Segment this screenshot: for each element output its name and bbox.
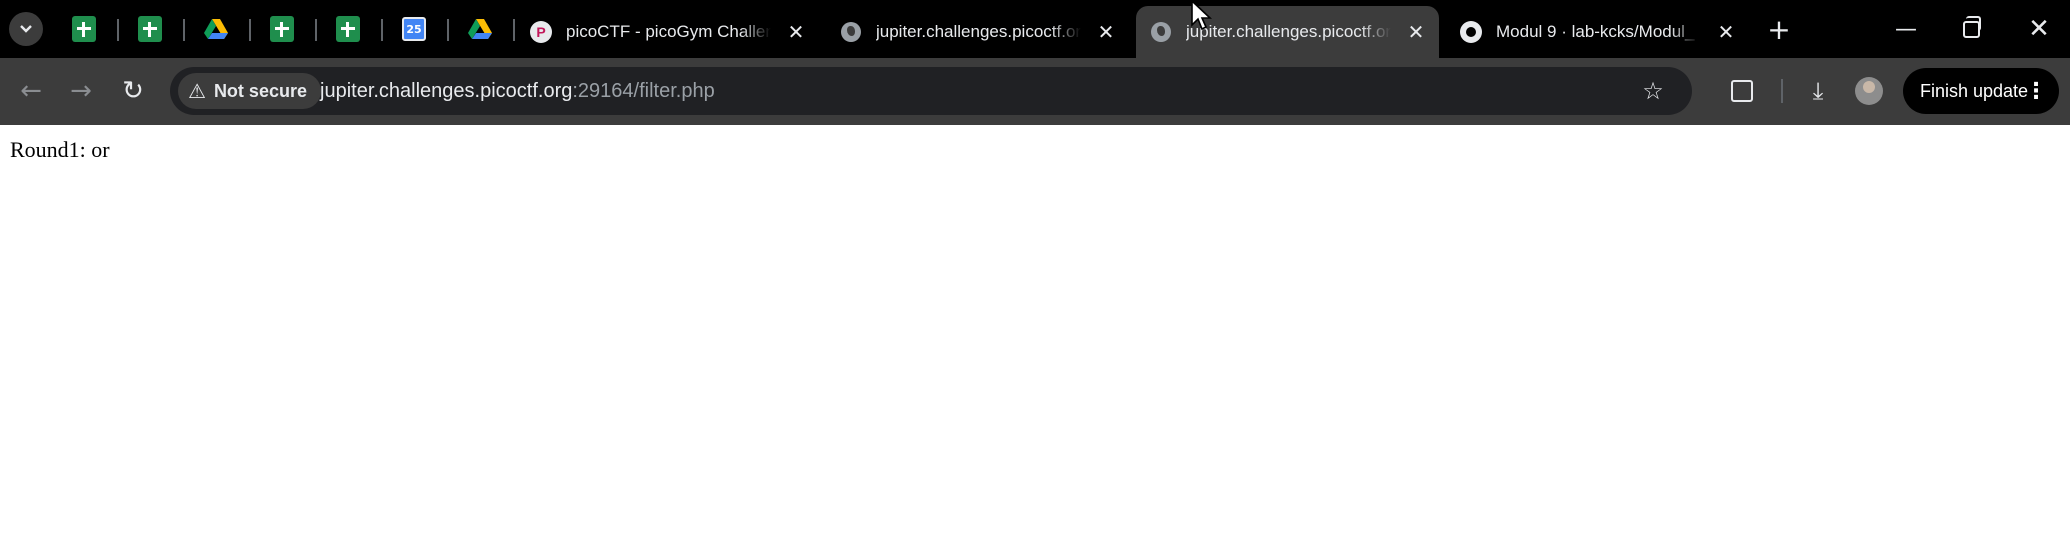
arrow-left-icon: ← <box>20 76 42 106</box>
picoctf-favicon-icon: P <box>530 21 552 43</box>
pinned-tab-sheets-4[interactable] <box>328 11 368 47</box>
download-icon: ⤓ <box>1812 77 1824 105</box>
browser-toolbar: ← → ↻ ⚠ Not secure jupiter.challenges.pi… <box>0 58 2070 125</box>
url-text[interactable]: jupiter.challenges.picoctf.org:29164/fil… <box>320 67 715 115</box>
tab-title: picoCTF - picoGym Challen <box>566 22 771 41</box>
google-calendar-icon: 25 <box>402 17 426 41</box>
finish-update-button[interactable]: Finish update ⋮ <box>1903 68 2059 114</box>
google-sheets-icon <box>336 16 360 42</box>
extensions-button[interactable] <box>1724 73 1760 109</box>
tab-separator <box>447 19 449 41</box>
bookmark-star-button[interactable]: ☆ <box>1636 74 1670 108</box>
tab-title: Modul 9 · lab-kcks/Modul_ <box>1496 22 1695 41</box>
restore-button[interactable] <box>1951 12 1991 46</box>
tab-separator <box>183 19 185 41</box>
site-security-chip[interactable]: ⚠ Not secure <box>178 73 321 109</box>
reload-button[interactable]: ↻ <box>114 72 152 110</box>
tab-separator <box>513 19 515 41</box>
mouse-pointer-icon <box>1191 0 1213 31</box>
address-bar[interactable]: ⚠ Not secure jupiter.challenges.picoctf.… <box>170 67 1692 115</box>
globe-icon <box>840 21 862 43</box>
google-sheets-icon <box>270 16 294 42</box>
reload-icon: ↻ <box>122 76 144 106</box>
pinned-tab-sheets-2[interactable] <box>130 11 170 47</box>
close-tab-icon[interactable]: ✕ <box>1095 20 1117 44</box>
google-drive-icon <box>204 19 228 39</box>
tab-strip: 25 P picoCTF - picoGym Challen ✕ jupiter… <box>0 0 2070 58</box>
globe-icon <box>1150 21 1172 43</box>
pinned-tab-calendar[interactable]: 25 <box>394 11 434 47</box>
google-drive-icon <box>468 19 492 39</box>
downloads-button[interactable]: ⤓ <box>1800 73 1836 109</box>
finish-update-label: Finish update <box>1920 80 2029 101</box>
page-body-text: Round1: or <box>10 137 110 162</box>
tab-title: jupiter.challenges.picoctf.org <box>876 22 1081 41</box>
tab-separator <box>249 19 251 41</box>
minimize-icon: — <box>1895 16 1917 42</box>
more-menu-icon: ⋮ <box>2025 78 2047 104</box>
warning-triangle-icon: ⚠ <box>188 79 206 103</box>
tab-separator <box>315 19 317 41</box>
tab-title: jupiter.challenges.picoctf.org <box>1186 22 1391 41</box>
close-tab-icon[interactable]: ✕ <box>1715 20 1737 44</box>
page-content: Round1: or <box>0 125 2070 559</box>
toolbar-separator <box>1781 79 1783 103</box>
close-tab-icon[interactable]: ✕ <box>1405 20 1427 44</box>
tab-search-button[interactable] <box>9 12 43 46</box>
not-secure-label: Not secure <box>213 80 307 101</box>
plus-icon: + <box>1767 12 1791 46</box>
tab-jupiter-1[interactable]: jupiter.challenges.picoctf.org ✕ <box>826 6 1126 58</box>
puzzle-icon <box>1731 80 1753 102</box>
restore-icon <box>1962 15 1981 38</box>
back-button[interactable]: ← <box>12 72 50 110</box>
arrow-right-icon: → <box>70 76 92 106</box>
url-path: :29164/filter.php <box>572 79 715 102</box>
close-tab-icon[interactable]: ✕ <box>785 20 807 44</box>
pinned-tab-sheets-3[interactable] <box>262 11 302 47</box>
pinned-tab-sheets-1[interactable] <box>64 11 104 47</box>
tab-jupiter-active[interactable]: jupiter.challenges.picoctf.org ✕ <box>1136 6 1439 58</box>
window-close-button[interactable]: ✕ <box>2019 12 2059 46</box>
pinned-tab-drive-2[interactable] <box>460 11 500 47</box>
tab-separator <box>117 19 119 41</box>
tab-separator <box>381 19 383 41</box>
close-icon: ✕ <box>2028 14 2050 44</box>
google-sheets-icon <box>138 16 162 42</box>
new-tab-button[interactable]: + <box>1762 12 1796 46</box>
minimize-button[interactable]: — <box>1886 12 1926 46</box>
github-icon <box>1460 21 1482 43</box>
tab-github-modul9[interactable]: Modul 9 · lab-kcks/Modul_ ✕ <box>1446 6 1746 58</box>
tab-picoctf[interactable]: P picoCTF - picoGym Challen ✕ <box>516 6 816 58</box>
pinned-tab-drive-1[interactable] <box>196 11 236 47</box>
forward-button[interactable]: → <box>62 72 100 110</box>
chevron-down-icon <box>20 25 32 33</box>
star-icon: ☆ <box>1642 77 1664 105</box>
profile-avatar[interactable] <box>1855 77 1883 105</box>
google-sheets-icon <box>72 16 96 42</box>
url-host: jupiter.challenges.picoctf.org <box>320 79 573 102</box>
